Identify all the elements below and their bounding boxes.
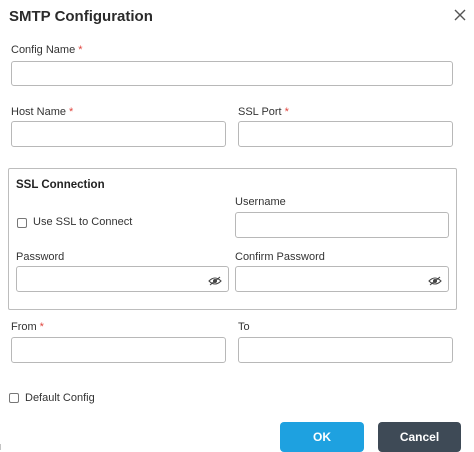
default-config-label: Default Config [25,392,95,404]
ssl-port-label-text: SSL Port [238,106,282,118]
close-icon[interactable] [453,8,467,22]
ssl-port-label: SSL Port * [238,106,289,118]
ok-button[interactable]: OK [280,422,364,452]
required-marker: * [78,44,83,56]
password-label: Password [16,251,65,263]
to-label: To [238,321,250,333]
required-marker: * [69,106,74,118]
required-marker: * [39,321,44,333]
password-input[interactable] [16,266,229,292]
confirm-password-input[interactable] [235,266,449,292]
required-marker: * [284,106,289,118]
from-input[interactable] [11,337,226,363]
default-config-checkbox[interactable] [9,393,19,403]
dialog-title: SMTP Configuration [9,8,153,25]
cancel-button[interactable]: Cancel [378,422,461,452]
use-ssl-checkbox[interactable] [17,218,27,228]
host-name-input[interactable] [11,121,226,147]
username-input[interactable] [235,212,449,238]
config-name-input[interactable] [11,61,453,86]
config-name-label: Config Name * [11,44,82,56]
host-name-label-text: Host Name [11,106,67,118]
username-label: Username [235,196,286,208]
config-name-label-text: Config Name [11,44,76,56]
use-ssl-label: Use SSL to Connect [33,216,133,228]
ssl-port-input[interactable] [238,121,453,147]
resize-corner-icon [0,444,1,450]
confirm-password-label: Confirm Password [235,251,325,263]
eye-icon[interactable] [428,276,442,286]
ssl-connection-title: SSL Connection [16,179,105,191]
from-label-text: From [11,321,37,333]
to-input[interactable] [238,337,453,363]
eye-icon[interactable] [208,276,222,286]
host-name-label: Host Name * [11,106,73,118]
from-label: From * [11,321,44,333]
